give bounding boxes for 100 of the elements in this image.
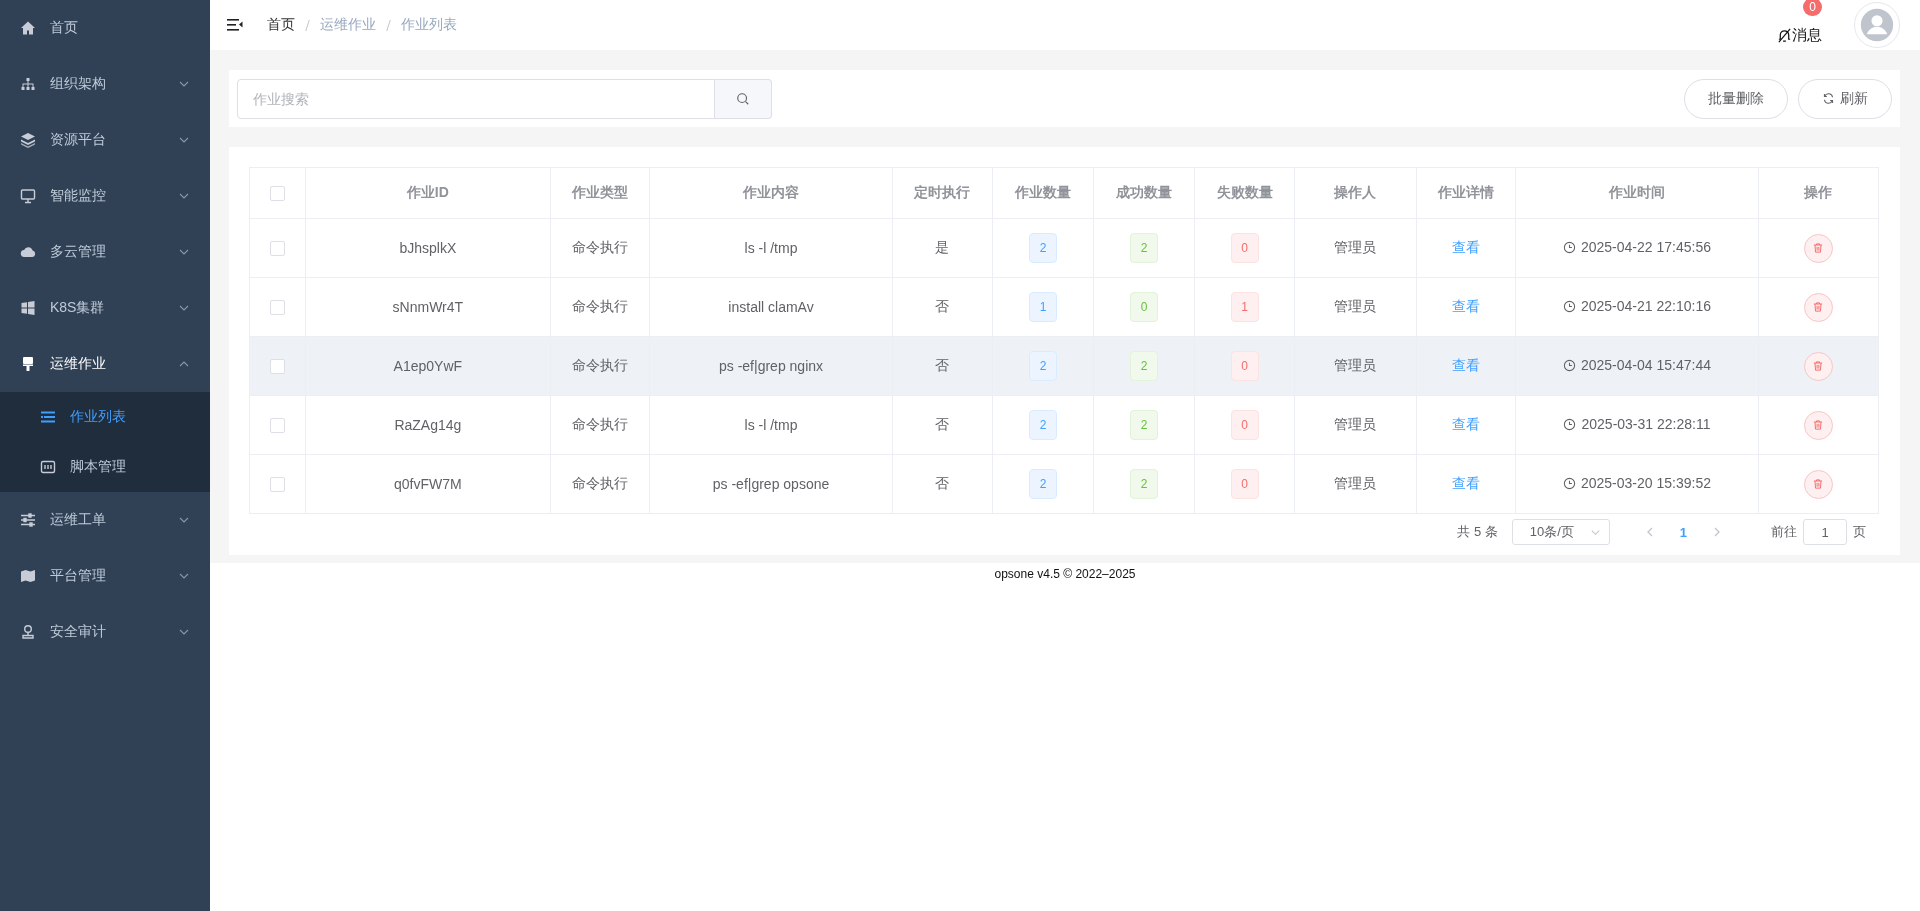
table-row[interactable]: q0fvFW7M 命令执行 ps -ef|grep opsone 否 2 2 0 管理员 查看 2025-03-20 15:39:52	[249, 454, 1879, 514]
job-time: 2025-03-31 22:28:11	[1581, 416, 1711, 433]
column-header: 失败数量	[1194, 167, 1295, 219]
table-cell: ps -ef|grep opsone	[649, 454, 893, 514]
table-row[interactable]: A1ep0YwF 命令执行 ps -ef|grep nginx 否 2 2 0 管理员 查看 2025-04-04 15:47:44	[249, 336, 1879, 396]
goto-label: 前往	[1771, 523, 1797, 541]
column-header: 定时执行	[892, 167, 993, 219]
menu-item[interactable]: 智能监控	[0, 168, 210, 224]
row-checkbox[interactable]	[269, 241, 285, 257]
row-checkbox[interactable]	[269, 359, 285, 375]
column-header: 作业时间	[1515, 167, 1758, 219]
map-icon	[20, 568, 36, 584]
refresh-button[interactable]: 刷新	[1798, 78, 1892, 119]
menu-item[interactable]: 多云管理	[0, 224, 210, 280]
user-silhouette-icon	[1860, 8, 1894, 42]
messages-link[interactable]: 消息	[1792, 25, 1822, 45]
table-cell: 管理员	[1294, 454, 1417, 514]
failure-tag: 0	[1230, 233, 1259, 263]
delete-button[interactable]	[1803, 292, 1833, 322]
table-cell: 否	[892, 336, 993, 396]
breadcrumb-item[interactable]: 首页	[267, 16, 295, 34]
select-all-checkbox[interactable]	[269, 186, 285, 202]
menu-item[interactable]: 安全审计	[0, 604, 210, 660]
table-row[interactable]: bJhsplkX 命令执行 ls -l /tmp 是 2 2 0 管理员 查看 2025-04-22 17:45:56	[249, 218, 1879, 278]
page-suffix: 页	[1853, 523, 1866, 541]
bell-off-icon[interactable]	[1777, 27, 1792, 43]
total-count: 共 5 条	[1457, 523, 1498, 541]
job-time: 2025-04-21 22:10:16	[1580, 298, 1711, 315]
page-size-select[interactable]: 10条/页	[1511, 519, 1610, 545]
table-cell: 否	[892, 277, 993, 337]
batch-delete-button[interactable]: 批量删除	[1684, 78, 1788, 119]
table-cell: 管理员	[1294, 277, 1417, 337]
table-cell: A1ep0YwF	[305, 336, 551, 396]
terminal-icon	[40, 459, 56, 475]
monitor-icon	[20, 188, 36, 204]
menu-item[interactable]: K8S集群	[0, 280, 210, 336]
trash-icon	[1812, 360, 1825, 372]
search-icon	[736, 91, 750, 106]
column-header: 作业类型	[550, 167, 650, 219]
delete-button[interactable]	[1803, 233, 1833, 263]
table-cell: 是	[892, 218, 993, 278]
count-tag: 2	[1029, 469, 1058, 499]
table-cell: ls -l /tmp	[649, 395, 893, 455]
job-time: 2025-04-22 17:45:56	[1580, 239, 1711, 256]
menu-item[interactable]: 平台管理	[0, 548, 210, 604]
delete-button[interactable]	[1803, 351, 1833, 381]
column-header: 作业ID	[305, 167, 551, 219]
table-cell: 命令执行	[550, 277, 650, 337]
menu-item[interactable]: 资源平台	[0, 112, 210, 168]
submenu-item[interactable]: 脚本管理	[0, 442, 210, 492]
search-field[interactable]: 作业搜索	[237, 78, 715, 119]
user-stamp-icon	[20, 624, 36, 640]
success-tag: 2	[1130, 233, 1159, 263]
trash-icon	[1812, 242, 1825, 254]
menu-item[interactable]: 运维作业	[0, 336, 210, 392]
sliders-icon	[20, 512, 36, 528]
refresh-icon	[1822, 92, 1835, 105]
job-time: 2025-04-04 15:47:44	[1580, 357, 1711, 374]
failure-tag: 0	[1230, 469, 1259, 499]
table-cell: 命令执行	[550, 395, 650, 455]
page-jump-field[interactable]: 1	[1803, 519, 1847, 545]
table-cell: ps -ef|grep nginx	[649, 336, 893, 396]
delete-button[interactable]	[1803, 469, 1833, 499]
menu-item[interactable]: 运维工单	[0, 492, 210, 548]
table-cell: 命令执行	[550, 454, 650, 514]
table-cell: 否	[892, 395, 993, 455]
windows-icon	[20, 300, 36, 316]
search-button[interactable]	[715, 78, 772, 119]
layers-icon	[20, 132, 36, 148]
clock-icon	[1562, 358, 1576, 372]
menu-item[interactable]: 组织架构	[0, 56, 210, 112]
count-tag: 2	[1029, 351, 1058, 381]
table-cell: 命令执行	[550, 218, 650, 278]
table-cell: q0fvFW7M	[305, 454, 551, 514]
row-checkbox[interactable]	[269, 477, 285, 493]
count-tag: 2	[1029, 410, 1058, 440]
list-icon	[40, 409, 56, 425]
menu-item[interactable]: 首页	[0, 0, 210, 56]
menu-fold-icon[interactable]	[227, 18, 243, 32]
submenu-item[interactable]: 作业列表	[0, 392, 210, 442]
table-row[interactable]: RaZAg14g 命令执行 ls -l /tmp 否 2 2 0 管理员 查看 2025-03-31 22:28:11	[249, 395, 1879, 455]
success-tag: 2	[1130, 410, 1159, 440]
count-tag: 2	[1029, 233, 1058, 263]
failure-tag: 0	[1230, 410, 1259, 440]
table-cell: 命令执行	[550, 336, 650, 396]
trash-icon	[1812, 478, 1825, 490]
clock-icon	[1563, 417, 1577, 431]
clock-icon	[1562, 240, 1576, 254]
delete-button[interactable]	[1803, 410, 1833, 440]
table-cell: 管理员	[1294, 218, 1417, 278]
column-header: 作业数量	[992, 167, 1094, 219]
trash-icon	[1812, 301, 1825, 313]
row-checkbox[interactable]	[269, 300, 285, 316]
table-cell: ls -l /tmp	[649, 218, 893, 278]
table-row[interactable]: sNnmWr4T 命令执行 install clamAv 否 1 0 1 管理员 查看 2025-04-21 22:10:16	[249, 277, 1879, 337]
failure-tag: 0	[1230, 351, 1259, 381]
column-header: 操作	[1758, 167, 1879, 219]
row-checkbox[interactable]	[269, 418, 285, 434]
home-icon	[20, 20, 36, 36]
clock-icon	[1562, 299, 1576, 313]
